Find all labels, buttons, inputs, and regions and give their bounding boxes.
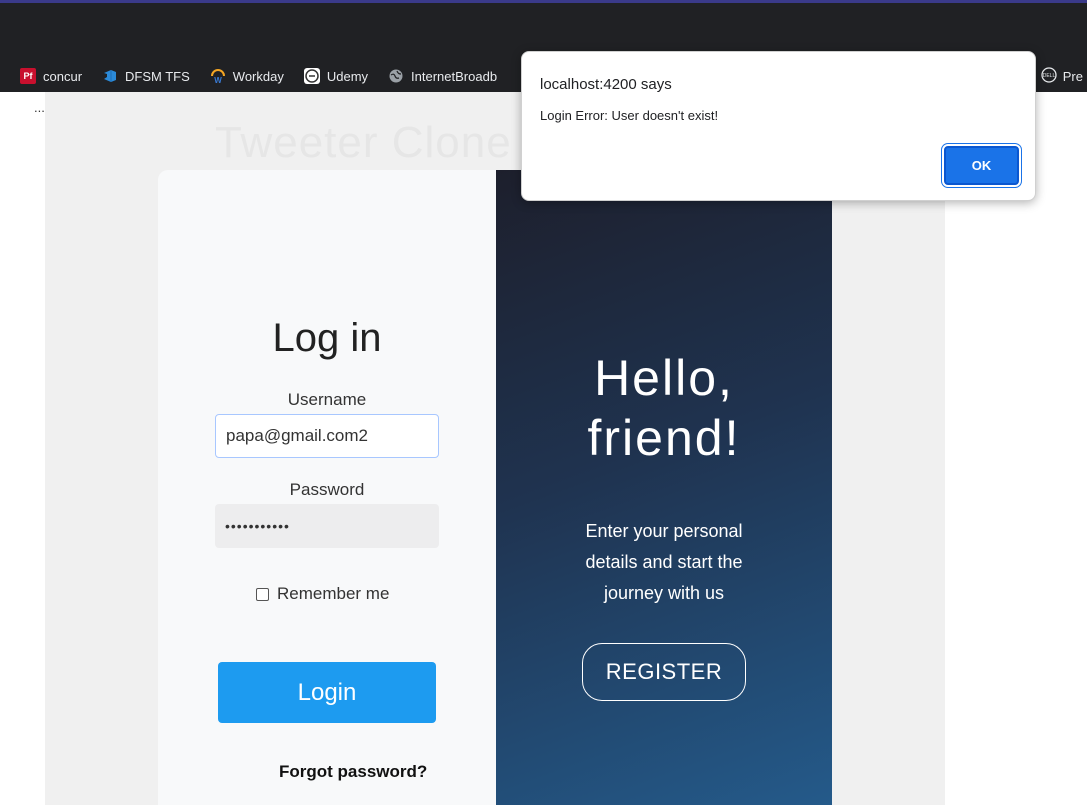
remember-me-checkbox[interactable] <box>256 587 269 601</box>
app-title: Tweeter Clone <box>215 118 512 167</box>
username-label: Username <box>287 390 367 409</box>
register-message-line-2: details and start the <box>585 552 743 572</box>
globe-icon <box>388 68 404 84</box>
svg-text:W: W <box>214 76 222 84</box>
dell-icon: DELL <box>1041 66 1057 86</box>
bookmark-workday[interactable]: W Workday <box>202 63 292 89</box>
register-card <box>496 170 832 805</box>
remember-me-label: Remember me <box>277 584 390 603</box>
password-label: Password <box>289 480 365 499</box>
password-input[interactable]: ••••••••••• <box>215 504 439 548</box>
workday-icon: W <box>210 68 226 84</box>
bookmark-overflow-pre[interactable]: DELL Pre <box>1041 60 1087 92</box>
alert-dialog: localhost:4200 says Login Error: User do… <box>521 51 1036 201</box>
devops-icon <box>102 68 118 84</box>
bookmark-label: Workday <box>232 68 284 84</box>
register-message: Enter your personal details and start th… <box>546 516 782 609</box>
ellipsis-text: ... <box>34 100 45 115</box>
login-button[interactable]: Login <box>218 662 436 723</box>
dialog-message: Login Error: User doesn't exist! <box>540 108 719 123</box>
bookmark-label: InternetBroadb <box>411 68 498 84</box>
titlebar-accent-line <box>0 0 1087 3</box>
hello-line-2: friend! <box>587 410 741 466</box>
svg-text:DELL: DELL <box>1043 73 1056 79</box>
register-message-line-1: Enter your personal <box>585 521 743 541</box>
bookmark-dfsm-tfs[interactable]: DFSM TFS <box>94 63 198 89</box>
login-heading: Log in <box>272 316 382 360</box>
remember-me-row[interactable]: Remember me <box>256 584 389 604</box>
bookmark-concur[interactable]: Pf concur <box>12 63 90 89</box>
bookmark-label: concur <box>43 68 83 84</box>
register-button[interactable]: REGISTER <box>582 643 746 701</box>
bookmark-internetbroadband[interactable]: InternetBroadb <box>380 63 505 89</box>
forgot-password-link[interactable]: Forgot password? <box>279 762 427 782</box>
bookmark-label: Pre <box>1062 68 1083 84</box>
dialog-ok-button[interactable]: OK <box>944 146 1019 185</box>
username-input[interactable]: papa@gmail.com2 <box>215 414 439 458</box>
hello-line-1: Hello, <box>594 350 734 406</box>
bookmark-label: DFSM TFS <box>125 68 190 84</box>
udemy-icon <box>303 68 320 84</box>
register-message-line-3: journey with us <box>603 583 725 603</box>
dialog-title: localhost:4200 says <box>540 76 672 93</box>
bookmark-label: Udemy <box>326 68 369 84</box>
bookmark-udemy[interactable]: Udemy <box>296 63 376 89</box>
hello-heading: Hello, friend! <box>496 348 832 468</box>
pf-icon: Pf <box>20 68 36 84</box>
